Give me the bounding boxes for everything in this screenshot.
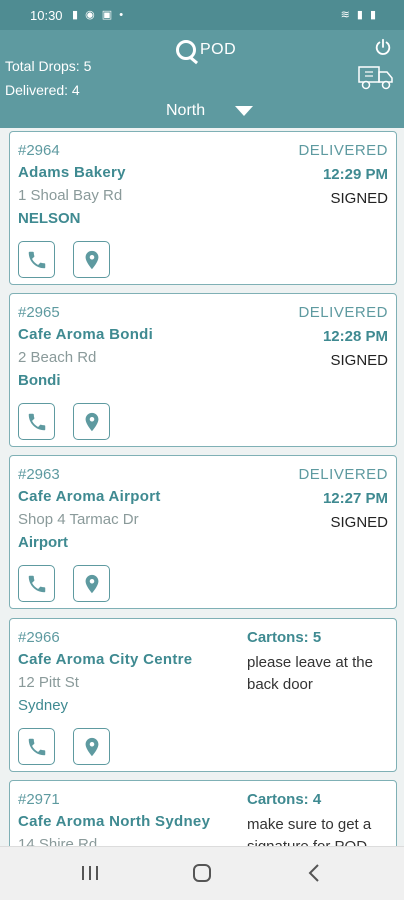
phone-icon (28, 413, 45, 430)
map-button[interactable] (73, 565, 110, 602)
map-button[interactable] (73, 728, 110, 765)
drop-list[interactable]: #2964 Adams Bakery 1 Shoal Bay Rd NELSON… (0, 128, 404, 846)
drop-number: #2965 (18, 304, 60, 321)
customer-name: Cafe Aroma Bondi (18, 326, 154, 343)
customer-name: Adams Bakery (18, 164, 126, 181)
delivery-time: 12:28 PM (322, 328, 388, 345)
truck-icon[interactable] (358, 64, 394, 92)
drop-address: 14 Shire Rd (18, 836, 98, 846)
chevron-down-icon (235, 106, 254, 116)
call-button[interactable] (18, 241, 55, 278)
signature-status: SIGNED (330, 514, 388, 531)
drop-city: Sydney (18, 697, 69, 714)
region-label: North (166, 102, 206, 119)
delivery-time: 12:27 PM (322, 490, 388, 507)
drop-number: #2963 (18, 466, 60, 483)
map-pin-icon (85, 412, 98, 431)
map-button[interactable] (73, 241, 110, 278)
app-header: POD Total Drops: 5 Delivered: 4 North (0, 30, 404, 128)
delivery-note: please leave at the back door (247, 654, 373, 693)
phone-icon (28, 738, 45, 755)
delivered-count-label: Delivered: 4 (5, 82, 80, 98)
map-pin-icon (85, 574, 98, 593)
drop-address: 1 Shoal Bay Rd (18, 187, 123, 204)
drop-address: Shop 4 Tarmac Dr (18, 511, 139, 528)
delivery-status: DELIVERED (298, 466, 388, 483)
system-icons: ≋ ▮ ▮ (340, 9, 378, 21)
app-logo: POD (176, 40, 236, 60)
map-pin-icon (85, 737, 98, 756)
carton-count: Cartons: 4 (247, 791, 322, 808)
customer-name: Cafe Aroma North Sydney (18, 813, 211, 830)
map-pin-icon (85, 250, 98, 269)
customer-name: Cafe Aroma City Centre (18, 651, 193, 668)
signature-status: SIGNED (330, 352, 388, 369)
power-icon[interactable] (374, 38, 392, 56)
android-nav-bar (0, 846, 404, 900)
drop-address: 2 Beach Rd (18, 349, 97, 366)
drop-city: Bondi (18, 372, 61, 389)
drop-address: 12 Pitt St (18, 674, 79, 691)
drop-card[interactable]: #2965 Cafe Aroma Bondi 2 Beach Rd Bondi … (9, 293, 397, 447)
drop-card[interactable]: #2964 Adams Bakery 1 Shoal Bay Rd NELSON… (9, 131, 397, 285)
phone-icon (28, 251, 45, 268)
carton-count: Cartons: 5 (247, 629, 322, 646)
drop-city: Airport (18, 534, 68, 551)
delivery-time: 12:29 PM (322, 166, 388, 183)
drop-number: #2964 (18, 142, 60, 159)
map-button[interactable] (73, 403, 110, 440)
drop-number: #2971 (18, 791, 60, 808)
total-drops-label: Total Drops: 5 (5, 58, 92, 74)
customer-name: Cafe Aroma Airport (18, 488, 161, 505)
drop-card[interactable]: #2963 Cafe Aroma Airport Shop 4 Tarmac D… (9, 455, 397, 609)
recent-apps-icon[interactable] (78, 861, 102, 885)
notification-icons: ▮ ◉ ▣ • (72, 9, 126, 21)
drop-card[interactable]: #2971 Cafe Aroma North Sydney 14 Shire R… (9, 780, 397, 846)
call-button[interactable] (18, 403, 55, 440)
signature-status: SIGNED (330, 190, 388, 207)
back-icon[interactable] (303, 861, 327, 885)
phone-icon (28, 575, 45, 592)
logo-q-icon (176, 40, 196, 60)
region-dropdown[interactable]: North (166, 102, 254, 120)
logo-text: POD (200, 41, 237, 58)
home-icon[interactable] (190, 861, 214, 885)
delivery-note: make sure to get a signature for POD (247, 816, 372, 846)
drop-number: #2966 (18, 629, 60, 646)
status-time: 10:30 (30, 8, 63, 23)
status-bar: 10:30 ▮ ◉ ▣ • ≋ ▮ ▮ (0, 0, 404, 30)
delivery-status: DELIVERED (298, 142, 388, 159)
delivery-status: DELIVERED (298, 304, 388, 321)
drop-city: NELSON (18, 210, 81, 227)
call-button[interactable] (18, 728, 55, 765)
drop-card[interactable]: #2966 Cafe Aroma City Centre 12 Pitt St … (9, 618, 397, 772)
call-button[interactable] (18, 565, 55, 602)
